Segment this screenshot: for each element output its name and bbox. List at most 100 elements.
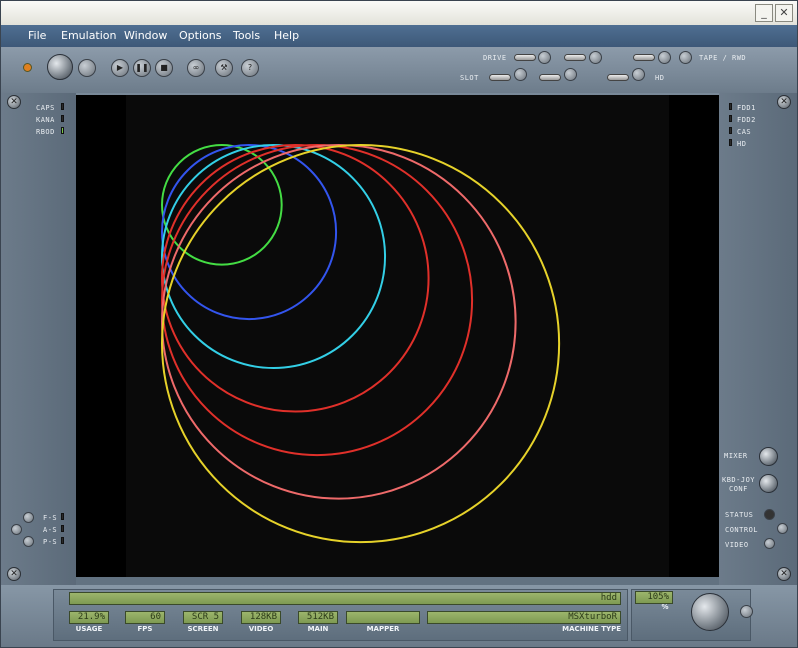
fdd2-led [729, 115, 732, 122]
ps-label: P-S [43, 538, 58, 546]
power-led [23, 63, 32, 72]
speed-knob[interactable] [691, 593, 729, 631]
help-icon[interactable]: ? [241, 59, 259, 77]
as-toggle[interactable] [11, 524, 22, 535]
tape-label: TAPE / RWD [699, 54, 747, 62]
circle-blue-1 [161, 143, 338, 321]
screw-icon: ✕ [777, 567, 791, 581]
drive-a-eject[interactable] [538, 51, 551, 64]
tape-rewind-button[interactable] [679, 51, 692, 64]
fps-label: FPS [137, 625, 153, 633]
link-icon[interactable]: ∞ [187, 59, 205, 77]
drive-b-eject[interactable] [589, 51, 602, 64]
mapper-value [346, 611, 420, 624]
caps-label: CAPS [36, 104, 55, 112]
play-button[interactable]: ▶ [111, 59, 129, 77]
tape-eject[interactable] [658, 51, 671, 64]
kbd-joy-label: KBD-JOY [722, 476, 756, 484]
circle-red-3 [161, 144, 430, 413]
right-panel: ✕ FDD1 FDD2 CAS HD MIXER KBD-JOY CONF ST… [719, 93, 797, 585]
emulator-screen[interactable] [76, 95, 719, 577]
circle-yellow-6 [161, 144, 561, 544]
mapper-label: MAPPER [366, 625, 400, 633]
video-toggle[interactable] [764, 538, 775, 549]
menu-tools[interactable]: Tools [233, 28, 260, 44]
cas-label: CAS [737, 128, 752, 136]
main-ram-label: MAIN [307, 625, 329, 633]
slot-label: SLOT [460, 74, 479, 82]
as-led [61, 525, 64, 532]
drive-label: DRIVE [483, 54, 507, 62]
video-ram-value: 128KB [241, 611, 281, 624]
screw-icon: ✕ [7, 95, 21, 109]
as-label: A-S [43, 526, 58, 534]
cart-a-eject[interactable] [514, 68, 527, 81]
hd-slot[interactable] [607, 74, 629, 81]
toolbar: ▶ ❚❚ ■ ∞ ⚒ ? DRIVE SLOT TAPE / RWD HD [1, 47, 797, 93]
fs-toggle[interactable] [23, 512, 34, 523]
usage-value: 21.9% [69, 611, 109, 624]
hd-label: HD [655, 74, 665, 82]
machine-type-value: MSXturboR [427, 611, 621, 624]
menu-file[interactable]: File [28, 28, 46, 44]
circle-green-0 [160, 143, 283, 266]
close-button[interactable]: ✕ [775, 4, 793, 22]
kana-led [61, 115, 64, 122]
wrench-icon[interactable]: ⚒ [215, 59, 233, 77]
kbd-joy-config-button[interactable] [759, 474, 778, 493]
title-bar: _ ✕ [1, 1, 797, 25]
power-knob[interactable] [47, 54, 73, 80]
fs-label: F-S [43, 514, 58, 522]
usage-label: USAGE [75, 625, 103, 633]
fdd1-led [729, 103, 732, 110]
hd-led [729, 139, 732, 146]
video-label: VIDEO [725, 541, 749, 549]
hdd-meter: hdd [69, 592, 621, 605]
circle-pink-5 [161, 144, 517, 500]
status-toggle[interactable] [764, 509, 775, 520]
app-window: _ ✕ File Emulation Window Options Tools … [0, 0, 798, 648]
drive-b-slot[interactable] [564, 54, 586, 61]
pause-button[interactable]: ❚❚ [133, 59, 151, 77]
speed-reset-button[interactable] [740, 605, 753, 618]
circle-cyan-2 [161, 144, 387, 370]
stop-button[interactable]: ■ [155, 59, 173, 77]
screen-mode-label: SCREEN [187, 625, 219, 633]
msx-display [126, 95, 669, 577]
menu-window[interactable]: Window [124, 28, 167, 44]
minimize-button[interactable]: _ [755, 4, 773, 22]
cart-b-slot[interactable] [539, 74, 561, 81]
mixer-label: MIXER [724, 452, 748, 460]
turbo-led [61, 127, 64, 134]
reset-button[interactable] [78, 59, 96, 77]
kana-label: KANA [36, 116, 55, 124]
cart-b-eject[interactable] [564, 68, 577, 81]
menu-help[interactable]: Help [274, 28, 299, 44]
fs-led [61, 513, 64, 520]
cas-led [729, 127, 732, 134]
circles-graphic [160, 143, 561, 544]
hd-led-label: HD [737, 140, 747, 148]
left-panel: ✕ CAPS KANA RBOD F-S A-S P-S ✕ [1, 93, 76, 585]
turbo-label: RBOD [36, 128, 55, 136]
screw-icon: ✕ [777, 95, 791, 109]
circle-red-4 [161, 144, 474, 457]
speed-unit: % [661, 603, 669, 611]
conf-label: CONF [729, 485, 748, 493]
menu-options[interactable]: Options [179, 28, 221, 44]
screen-mode-value: SCR 5 [183, 611, 223, 624]
mixer-button[interactable] [759, 447, 778, 466]
control-toggle[interactable] [777, 523, 788, 534]
status-bar: hdd 21.9% USAGE 60 FPS SCR 5 SCREEN 128K… [1, 585, 797, 647]
tape-slot[interactable] [633, 54, 655, 61]
machine-type-label: MACHINE TYPE [562, 625, 621, 633]
menu-emulation[interactable]: Emulation [61, 28, 117, 44]
caps-led [61, 103, 64, 110]
fdd2-label: FDD2 [737, 116, 756, 124]
drive-a-slot[interactable] [514, 54, 536, 61]
ps-led [61, 537, 64, 544]
cart-a-slot[interactable] [489, 74, 511, 81]
ps-toggle[interactable] [23, 536, 34, 547]
status-label: STATUS [725, 511, 754, 519]
hd-eject[interactable] [632, 68, 645, 81]
